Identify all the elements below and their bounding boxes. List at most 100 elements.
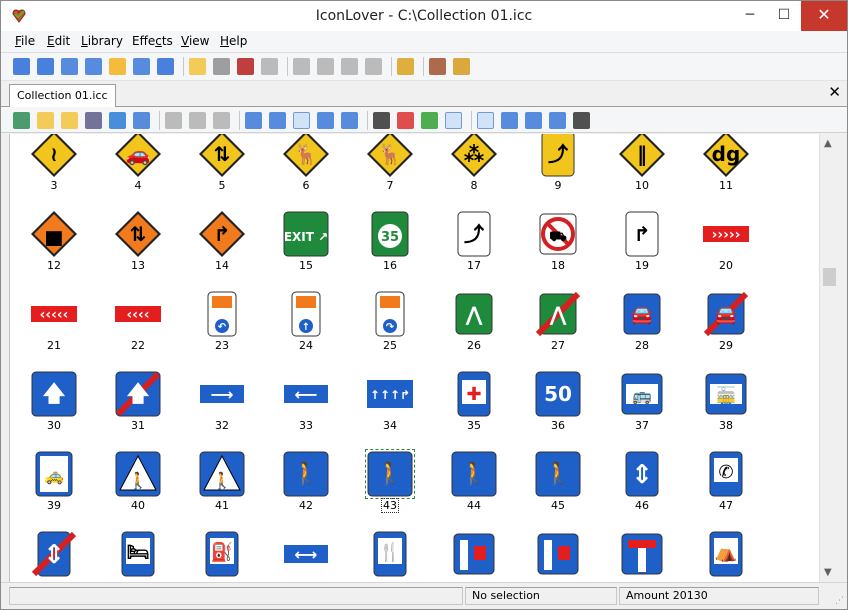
icon-cell[interactable]: ⛺ [684,528,768,582]
icon-cell[interactable]: 🦌 6 [264,134,348,208]
resize-grip-icon[interactable]: ⋰ [835,596,844,606]
new-document-icon[interactable] [13,58,30,75]
icon-cell[interactable]: ⛽ [180,528,264,582]
icon-cell[interactable]: ⤴ 17 [432,208,516,288]
fit-icon[interactable] [501,112,518,129]
icon-cell[interactable]: 🚶 45 [516,448,600,528]
icon-cell[interactable]: ⋀ 27 [516,288,600,368]
icon-cell[interactable]: ⟵ 33 [264,368,348,448]
scroll-down-icon[interactable]: ▼ [824,567,832,578]
icon-cell[interactable]: ‹‹‹‹ 22 [96,288,180,368]
icon-cell[interactable] [432,528,516,582]
print-icon[interactable] [261,58,278,75]
icon-cell[interactable]: 🚶 44 [432,448,516,528]
icon-cell[interactable]: ⛟ 18 [516,208,600,288]
open-folder-icon[interactable] [189,58,206,75]
icon-cell[interactable]: 🚶 41 [180,448,264,528]
icon-cell[interactable] [600,528,684,582]
properties-icon[interactable] [397,58,414,75]
icon-cell[interactable]: 🡅 31 [96,368,180,448]
icon-cell[interactable]: 🚶 43 [348,448,432,528]
icon-cell[interactable]: ››››› 20 [684,208,768,288]
icon-cell[interactable]: ⋀ 26 [432,288,516,368]
paste-icon[interactable] [341,58,358,75]
icon-cell[interactable]: ↑↑↑↱ 34 [348,368,432,448]
icon-cell[interactable]: 🚕 39 [12,448,96,528]
close-button[interactable]: ✕ [801,1,847,31]
wizard-icon[interactable] [429,58,446,75]
icon-cell[interactable]: ‹‹‹‹‹ 21 [12,288,96,368]
new-icon-icon[interactable] [37,58,54,75]
icon-cell[interactable]: ≀ 3 [12,134,96,208]
title-bar[interactable]: IconLover - C:\Collection 01.icc ─ ☐ ✕ [1,1,847,31]
minimize-button[interactable]: ─ [733,1,767,31]
add-image-icon[interactable] [13,112,30,129]
menu-view[interactable]: View [181,34,209,48]
icon-cell[interactable]: ↶ 23 [180,288,264,368]
icon-cell[interactable]: ✆ 47 [684,448,768,528]
monochrome-icon[interactable] [373,112,390,129]
icon-cell[interactable]: ⇕ 46 [600,448,684,528]
icon-cell[interactable]: 🦌 7 [348,134,432,208]
icon-cell[interactable]: 🚗 4 [96,134,180,208]
export-icon[interactable] [133,112,150,129]
icon-cell[interactable]: ▅ 12 [12,208,96,288]
menu-edit[interactable]: Edit [47,34,70,48]
icon-cell[interactable]: ‖ 10 [600,134,684,208]
icon-cell[interactable]: ⇅ 5 [180,134,264,208]
new-cursor-icon[interactable] [61,58,78,75]
tab-collection-01[interactable]: Collection 01.icc [9,84,116,107]
new-animated-cursor-icon[interactable] [85,58,102,75]
icon-cell[interactable]: ✚ 35 [432,368,516,448]
icon-cell[interactable]: ⁂ 8 [432,134,516,208]
scroll-thumb[interactable] [823,268,836,286]
icon-cell[interactable]: ⟶ 32 [180,368,264,448]
vertical-scrollbar[interactable]: ▲ ▼ [819,134,839,582]
cut-icon[interactable] [293,58,310,75]
icon-cell[interactable]: 🚘 29 [684,288,768,368]
icon-cell[interactable]: 🛏 [96,528,180,582]
list-view-icon[interactable] [317,112,334,129]
icon-cell[interactable]: 🚶 40 [96,448,180,528]
icon-cell[interactable]: EXIT ↗ 15 [264,208,348,288]
icon-cell[interactable]: dg 11 [684,134,768,208]
extract-icon[interactable] [157,58,174,75]
details-view-icon[interactable] [341,112,358,129]
small-icons-view-icon[interactable] [245,112,262,129]
close-document-icon[interactable]: ✕ [828,83,841,101]
delete-icon[interactable] [365,58,382,75]
save-icon[interactable] [213,58,230,75]
new-image-icon[interactable] [109,58,126,75]
thumbnail-size-icon[interactable] [549,112,566,129]
save-all-icon[interactable] [237,58,254,75]
zoom-icon[interactable] [525,112,542,129]
icon-cell[interactable]: ↱ 19 [600,208,684,288]
large-icons-view-icon[interactable] [293,112,310,129]
medium-icons-view-icon[interactable] [269,112,286,129]
maximize-button[interactable]: ☐ [767,1,801,31]
icon-cell[interactable]: ⇅ 13 [96,208,180,288]
menu-file[interactable]: File [15,34,35,48]
show-labels-icon[interactable] [477,112,494,129]
icon-cell[interactable]: 35 16 [348,208,432,288]
icon-cell[interactable]: ↑ 24 [264,288,348,368]
icon-cell[interactable]: 50 36 [516,368,600,448]
add-from-files-icon[interactable] [61,112,78,129]
menu-help[interactable]: Help [220,34,247,48]
format-icon[interactable] [165,112,182,129]
icon-cell[interactable]: 🚘 28 [600,288,684,368]
web-icon[interactable] [109,112,126,129]
help-book-icon[interactable] [453,58,470,75]
icon-cell[interactable]: 🍴 [348,528,432,582]
true-color-icon[interactable] [445,112,462,129]
256-colors-icon[interactable] [421,112,438,129]
icon-cell[interactable]: ⟷ [264,528,348,582]
edit-pencil-icon[interactable] [189,112,206,129]
grid-icon[interactable] [213,112,230,129]
icon-cell[interactable]: 🚶 42 [264,448,348,528]
16-colors-icon[interactable] [397,112,414,129]
icon-cell[interactable]: ↷ 25 [348,288,432,368]
icon-cell[interactable]: ⤴ 9 [516,134,600,208]
icon-cell[interactable]: ⇕ [12,528,96,582]
icon-cell[interactable]: ↱ 14 [180,208,264,288]
